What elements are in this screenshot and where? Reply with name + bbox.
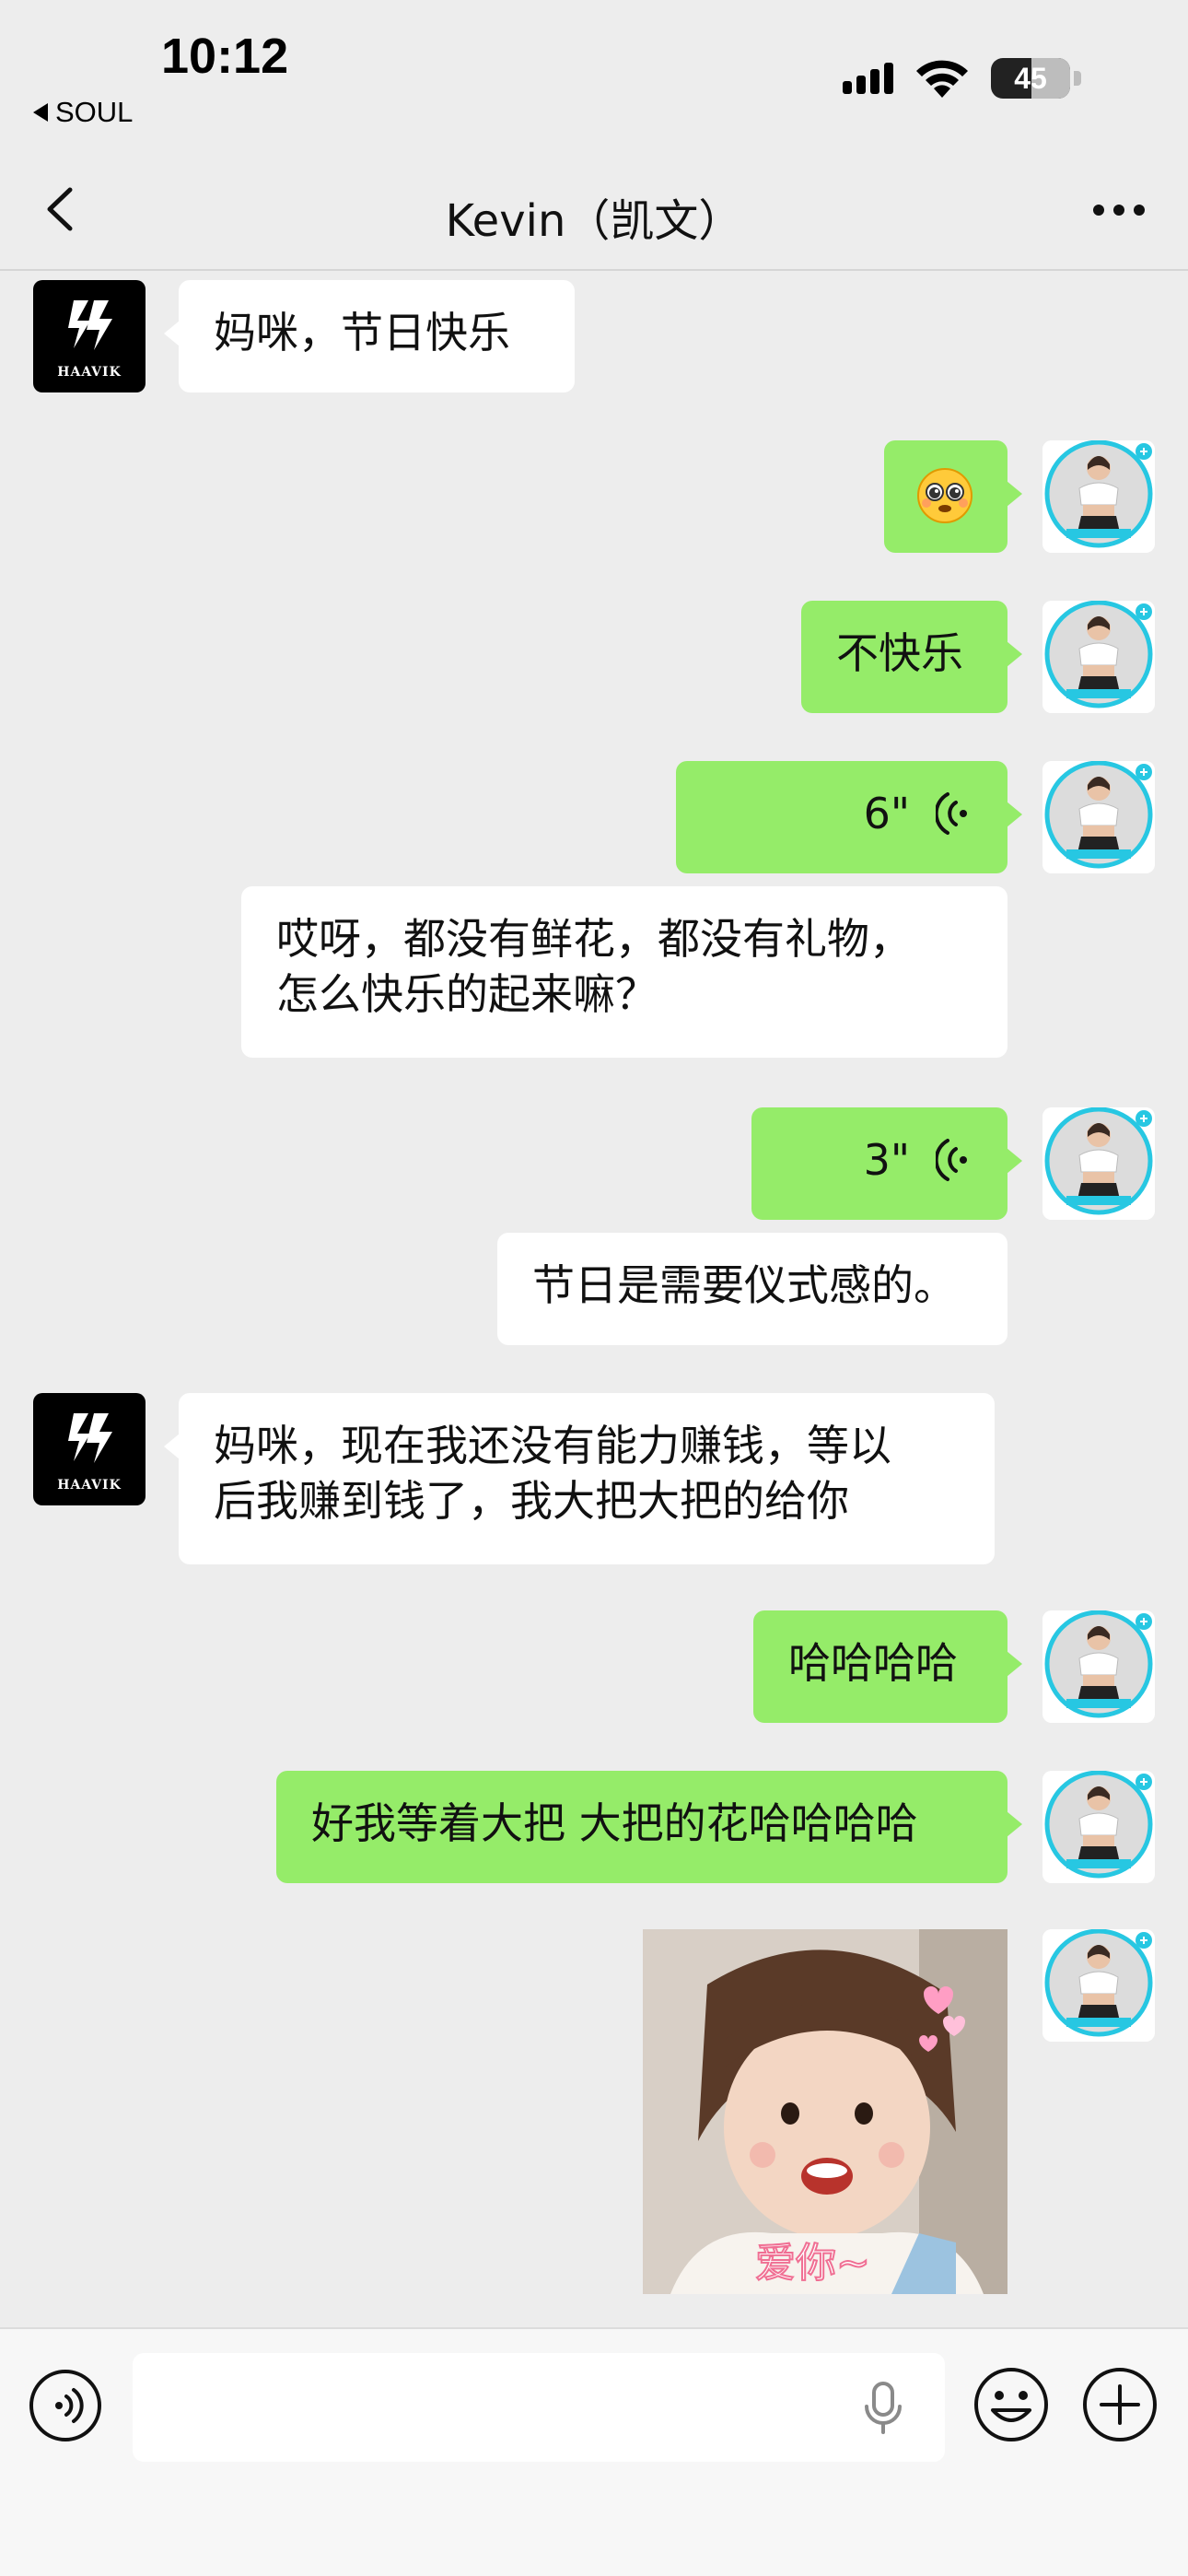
emoji-icon[interactable] (973, 2366, 1050, 2443)
my-avatar[interactable] (1042, 1610, 1155, 1723)
more-dots-icon[interactable] (1087, 192, 1151, 228)
pleading-face-emoji (917, 468, 973, 523)
contact-avatar-brand: HAAVIK (57, 365, 122, 380)
my-avatar[interactable] (1042, 761, 1155, 873)
message-text: 好我等着大把 大把的花哈哈哈哈 (311, 1798, 918, 1848)
user-photo-icon (1042, 1610, 1155, 1723)
message-text: 哎呀，都没有鲜花，都没有礼物， 怎么快乐的起来嘛？ (276, 914, 912, 1019)
user-photo-icon (1042, 1929, 1155, 2042)
message-text: 不快乐 (836, 628, 963, 678)
message-text: 哈哈哈哈 (788, 1638, 958, 1688)
user-photo-icon (1042, 1107, 1155, 1220)
image-message[interactable]: 爱你~ (643, 1929, 1007, 2294)
cellular-signal-icon (843, 63, 893, 94)
message-text: 妈咪，现在我还没有能力赚钱，等以 后我赚到钱了，我大把大把的给你 (214, 1421, 891, 1526)
voice-mode-icon[interactable] (28, 2368, 103, 2443)
my-avatar[interactable] (1042, 1771, 1155, 1883)
back-app-label: SOUL (55, 96, 134, 128)
message-bubble-outgoing[interactable]: 哎呀，都没有鲜花，都没有礼物， 怎么快乐的起来嘛？ (241, 886, 1007, 1058)
back-triangle-icon (33, 103, 48, 122)
message-text: 妈咪，节日快乐 (214, 308, 510, 357)
voice-duration: 3" (863, 1135, 910, 1185)
plus-icon[interactable] (1081, 2366, 1159, 2443)
message-bubble-outgoing[interactable]: 哈哈哈哈 (753, 1610, 1022, 1723)
my-avatar[interactable] (1042, 440, 1155, 553)
voice-message-bubble[interactable]: 3" (751, 1107, 1022, 1220)
message-text: 节日是需要仪式感的。 (532, 1260, 956, 1310)
wifi-icon (916, 60, 968, 98)
message-bubble-outgoing[interactable]: 不快乐 (801, 601, 1022, 713)
contact-avatar[interactable]: HAAVIK (33, 280, 146, 392)
my-avatar[interactable] (1042, 1929, 1155, 2042)
my-avatar[interactable] (1042, 601, 1155, 713)
mic-icon[interactable] (862, 2381, 904, 2436)
user-photo-icon (1042, 601, 1155, 713)
user-photo-icon (1042, 1771, 1155, 1883)
input-bar (0, 2327, 1188, 2576)
status-time: 10:12 (161, 29, 289, 84)
contact-avatar[interactable]: HAAVIK (33, 1393, 146, 1505)
message-bubble-incoming[interactable]: 妈咪，节日快乐 (164, 280, 575, 392)
battery-icon: 45 (991, 58, 1070, 99)
voice-message-bubble[interactable]: 6" (676, 761, 1022, 873)
back-to-app-link[interactable]: SOUL (33, 96, 133, 129)
status-bar: 10:12 SOUL 45 (0, 0, 1188, 147)
voice-waves-icon (936, 792, 967, 835)
message-bubble-outgoing[interactable]: 节日是需要仪式感的。 (497, 1233, 1007, 1345)
status-icons: 45 (843, 57, 1081, 100)
voice-waves-icon (936, 1139, 967, 1181)
message-bubble-incoming[interactable]: 妈咪，现在我还没有能力赚钱，等以 后我赚到钱了，我大把大把的给你 (164, 1393, 995, 1564)
battery-level: 45 (1014, 61, 1047, 95)
user-photo-icon (1042, 761, 1155, 873)
image-caption: 爱你~ (754, 2239, 871, 2288)
voice-duration: 6" (863, 789, 910, 838)
message-bubble-outgoing[interactable]: 好我等着大把 大把的花哈哈哈哈 (276, 1771, 1022, 1883)
chat-header: Kevin（凯文） (0, 147, 1188, 271)
user-photo-icon (1042, 440, 1155, 553)
my-avatar[interactable] (1042, 1107, 1155, 1220)
message-input[interactable] (133, 2353, 945, 2462)
contact-avatar-brand: HAAVIK (57, 1478, 122, 1493)
message-bubble-emoji[interactable] (884, 440, 1022, 553)
chat-title: Kevin（凯文） (445, 195, 743, 247)
